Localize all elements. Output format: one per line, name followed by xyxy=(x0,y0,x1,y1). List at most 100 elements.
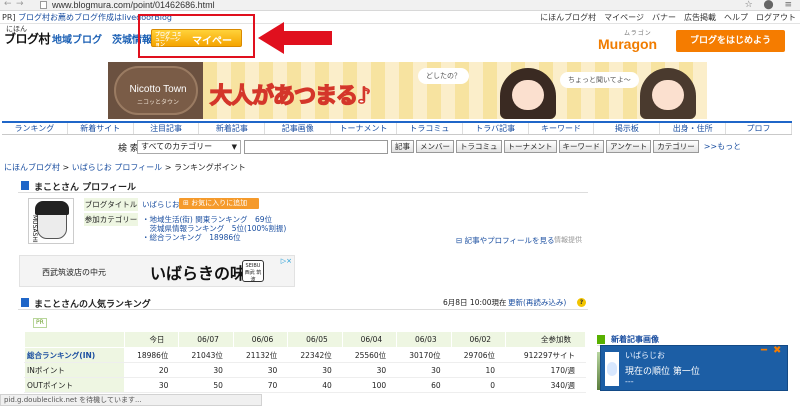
minimize-icon[interactable]: ━ xyxy=(761,345,767,356)
plus-icon: ⊞ xyxy=(183,199,192,207)
ranking-title: まことさんの人気ランキング xyxy=(34,300,151,310)
nav-item-new-sites[interactable]: 新着サイト xyxy=(68,123,134,134)
pr-badge: PR xyxy=(33,318,47,328)
breadcrumb-profile[interactable]: いばらじお プロフィール xyxy=(72,163,162,172)
nav-item-hometown[interactable]: 出身・住所 xyxy=(660,123,727,134)
ad-choices-icon[interactable]: ▷× xyxy=(281,257,292,265)
search-input[interactable] xyxy=(244,140,388,154)
util-link-banner[interactable]: バナー xyxy=(652,12,676,23)
table-cell: 22342位 xyxy=(287,347,343,363)
category-ibaraki[interactable]: 茨城県情報ランキング 5位(100%割振) xyxy=(142,224,286,233)
breadcrumb-home[interactable]: にほんブログ村 xyxy=(4,163,60,172)
ranking-date: 6月8日 10:00現在 xyxy=(443,298,507,307)
avatar-hair xyxy=(35,201,69,215)
add-favorite-button[interactable]: ⊞ お気に入りに追加 xyxy=(179,198,259,209)
table-row: OUTポイント 30 50 70 40 100 60 0 340/週 xyxy=(24,377,586,393)
nav-item-ranking[interactable]: ランキング xyxy=(2,123,68,134)
new-images-title[interactable]: 新着記事画像 xyxy=(611,334,659,345)
browser-menu-icons[interactable]: ☆ ⬤ ≡ xyxy=(745,0,796,10)
table-cell: 30 xyxy=(123,377,180,393)
table-cell: 912297サイト xyxy=(505,347,586,363)
util-link-help[interactable]: ヘルプ xyxy=(724,12,748,23)
category-select[interactable]: すべてのカテゴリー ▼ xyxy=(137,140,241,154)
close-icon[interactable]: ✖ xyxy=(773,345,781,356)
nav-item-article-images[interactable]: 記事画像 xyxy=(265,123,332,134)
column-header: 全参加数 xyxy=(505,331,586,348)
table-cell: 29706位 xyxy=(450,347,507,363)
table-cell: 60 xyxy=(396,377,452,393)
blog-title-link[interactable]: いばらじお xyxy=(142,200,180,209)
nav-item-profile[interactable]: プロフ xyxy=(726,123,792,134)
search-row: 検 索 すべてのカテゴリー ▼ 記事 メンバー トラコミュ トーナメント キーワ… xyxy=(0,140,800,155)
forward-arrow-icon[interactable]: → xyxy=(16,0,24,9)
row-label-in-points: INポイント xyxy=(24,362,125,378)
table-cell: 20 xyxy=(123,362,180,378)
row-label-out-points: OUTポイント xyxy=(24,377,125,393)
nav-item-new-articles[interactable]: 新着記事 xyxy=(199,123,266,134)
column-header: 06/06 xyxy=(232,331,289,348)
search-category-button[interactable]: カテゴリー xyxy=(653,140,699,153)
table-cell: 30 xyxy=(232,362,289,378)
banner-ad[interactable]: Nicotto Town ニコッとタウン 大人があつまる♪ どしたの？ ちょっと… xyxy=(108,62,707,119)
column-header: 06/05 xyxy=(287,331,343,348)
search-tournament-button[interactable]: トーナメント xyxy=(503,140,557,153)
table-cell: 30 xyxy=(287,362,343,378)
nav-item-tournament[interactable]: トーナメント xyxy=(331,123,397,134)
section-square-icon xyxy=(597,335,605,344)
avatar[interactable]: MUSASHI xyxy=(28,198,74,244)
category-label: 参加カテゴリー xyxy=(84,213,138,226)
search-survey-button[interactable]: アンケート xyxy=(606,140,652,153)
category-link-region[interactable]: 地域ブログ xyxy=(52,31,102,46)
search-members-button[interactable]: メンバー xyxy=(416,140,454,153)
ranking-notification[interactable]: いばらじお 現在の順位 第一位 --- ━ ✖ xyxy=(600,345,788,391)
see-more-link[interactable]: ⊟ 記事やプロフィールを見る xyxy=(456,235,555,246)
category-overall[interactable]: ・総合ランキング 18986位 xyxy=(142,233,241,242)
nav-item-trackback[interactable]: トラバ記事 xyxy=(463,123,529,134)
table-cell: 40 xyxy=(287,377,343,393)
utility-bar: PR] ブログ村お薦めブログ作成はlivedoorBlog にほんブログ村 マイ… xyxy=(0,11,800,24)
nav-item-keyword[interactable]: キーワード xyxy=(529,123,595,134)
browser-status-bar: pid.g.doubleclick.net を待機しています... xyxy=(0,394,262,406)
nav-item-tracomu[interactable]: トラコミュ xyxy=(397,123,463,134)
pr-prefix: PR] xyxy=(2,13,16,22)
nav-item-featured[interactable]: 注目記事 xyxy=(134,123,200,134)
util-link-home[interactable]: にほんブログ村 xyxy=(540,12,596,23)
category-links: 地域ブログ 茨城情報 xyxy=(52,31,152,46)
search-keyword-button[interactable]: キーワード xyxy=(558,140,604,153)
table-cell: 21043位 xyxy=(178,347,234,363)
notification-avatar xyxy=(605,352,619,386)
nicotto-brand: Nicotto Town xyxy=(129,84,187,95)
table-cell: 50 xyxy=(178,377,234,393)
back-arrow-icon[interactable]: ← xyxy=(4,0,12,9)
row-label-overall[interactable]: 総合ランキング(IN) xyxy=(24,347,125,363)
util-link-mypage[interactable]: マイページ xyxy=(604,12,644,23)
breadcrumb-sep: > xyxy=(60,163,72,172)
table-header-row: 今日 06/07 06/06 06/05 06/04 06/03 06/02 全… xyxy=(24,331,586,348)
section-square-icon xyxy=(21,298,29,307)
browser-address-bar: ← → www.blogmura.com/point/01462686.html… xyxy=(0,0,800,11)
util-link-logout[interactable]: ログアウト xyxy=(756,12,796,23)
muragon-logo[interactable]: Muragon xyxy=(598,36,657,52)
util-link-ads[interactable]: 広告掲載 xyxy=(684,12,716,23)
notification-dash: --- xyxy=(625,377,634,386)
main-nav: ランキング 新着サイト 注目記事 新着記事 記事画像 トーナメント トラコミュ … xyxy=(2,121,792,135)
seibu-ad[interactable]: 西武筑波店の中元 いばらきの味 SEIBU 西武 筑波 ▷× xyxy=(19,255,295,287)
column-header: 06/03 xyxy=(396,331,452,348)
url-field[interactable]: www.blogmura.com/point/01462686.html xyxy=(52,0,215,10)
help-icon[interactable]: ? xyxy=(577,298,586,307)
utility-links: にほんブログ村 マイページ バナー 広告掲載 ヘルプ ログアウト xyxy=(540,12,796,23)
search-tracomu-button[interactable]: トラコミュ xyxy=(456,140,502,153)
ranking-reload-link[interactable]: 更新(再読み込み) xyxy=(508,297,566,308)
search-articles-button[interactable]: 記事 xyxy=(391,140,414,153)
table-cell: 0 xyxy=(450,377,507,393)
search-more-link[interactable]: >>もっと xyxy=(704,140,741,153)
search-label: 検 索 xyxy=(118,144,139,154)
profile-box: MUSASHI ブログタイトル いばらじお ⊞ お気に入りに追加 参加カテゴリー… xyxy=(18,195,588,247)
column-header: 06/07 xyxy=(178,331,234,348)
nav-item-board[interactable]: 掲示板 xyxy=(594,123,661,134)
table-cell: 30170位 xyxy=(396,347,452,363)
column-header: 今日 xyxy=(123,331,180,348)
site-logo[interactable]: ブログ村 xyxy=(4,30,51,47)
category-regional[interactable]: ・地域生活(街) 関東ランキング 69位 xyxy=(142,215,272,224)
start-blog-button[interactable]: ブログをはじめよう xyxy=(676,30,785,52)
